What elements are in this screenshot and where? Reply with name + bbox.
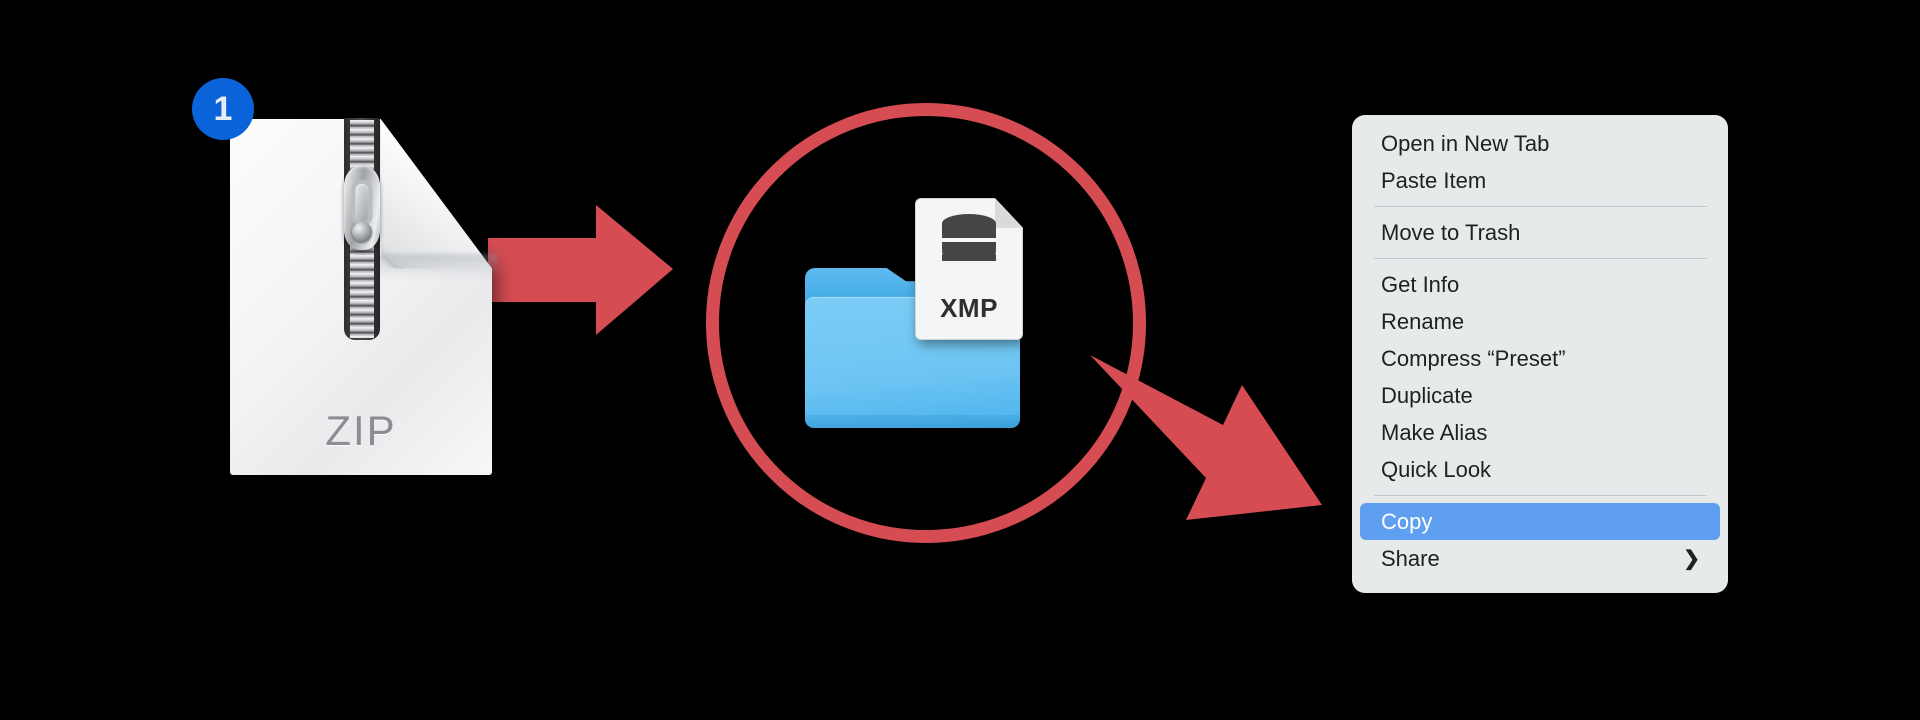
context-menu[interactable]: Open in New Tab Paste Item Move to Trash… xyxy=(1352,115,1728,593)
menu-item-label: Make Alias xyxy=(1381,419,1488,445)
database-bottom-disc xyxy=(942,242,996,261)
zipper-pull-tab xyxy=(351,180,373,226)
menu-item-label: Quick Look xyxy=(1381,456,1492,482)
menu-item-quick-look[interactable]: Quick Look xyxy=(1360,451,1720,488)
menu-item-move-to-trash[interactable]: Move to Trash xyxy=(1360,214,1720,251)
menu-item-make-alias[interactable]: Make Alias xyxy=(1360,414,1720,451)
menu-item-label: Compress “Preset” xyxy=(1381,345,1566,371)
screenshot-canvas: 1 ZIP XMP Open in New Tab Paste Item Mov… xyxy=(0,0,1920,720)
step-number-label: 1 xyxy=(213,90,233,128)
zipper-knob xyxy=(352,222,373,242)
zip-file-label: ZIP xyxy=(325,407,397,454)
zipper-slider xyxy=(344,166,381,250)
menu-separator xyxy=(1374,495,1707,496)
xmp-file-label: XMP xyxy=(940,293,998,323)
menu-item-get-info[interactable]: Get Info xyxy=(1360,266,1720,303)
menu-item-label: Get Info xyxy=(1381,271,1460,297)
database-icon xyxy=(942,214,996,270)
menu-item-duplicate[interactable]: Duplicate xyxy=(1360,377,1720,414)
menu-item-label: Paste Item xyxy=(1381,167,1487,193)
step-number-badge: 1 xyxy=(192,78,254,140)
menu-separator xyxy=(1374,206,1707,207)
zipper-icon xyxy=(338,118,386,340)
menu-separator xyxy=(1374,258,1707,259)
menu-item-share[interactable]: Share ❯ xyxy=(1360,540,1720,577)
chevron-right-icon: ❯ xyxy=(1683,547,1700,570)
arrow-zip-to-folder-icon xyxy=(488,205,673,335)
menu-item-paste-item[interactable]: Paste Item xyxy=(1360,162,1720,199)
menu-item-label: Move to Trash xyxy=(1381,219,1521,245)
menu-item-label: Copy xyxy=(1381,508,1433,534)
menu-item-label: Duplicate xyxy=(1381,382,1473,408)
zip-fold-shadow xyxy=(376,254,498,280)
menu-item-copy[interactable]: Copy xyxy=(1360,503,1720,540)
menu-item-rename[interactable]: Rename xyxy=(1360,303,1720,340)
menu-item-compress[interactable]: Compress “Preset” xyxy=(1360,340,1720,377)
menu-item-label: Rename xyxy=(1381,308,1465,334)
menu-item-label: Open in New Tab xyxy=(1381,130,1550,156)
database-top-disc xyxy=(942,214,996,233)
menu-item-label: Share xyxy=(1381,545,1440,571)
menu-item-open-in-new-tab[interactable]: Open in New Tab xyxy=(1360,125,1720,162)
zip-file-icon[interactable]: ZIP xyxy=(230,118,498,475)
xmp-file-icon[interactable]: XMP xyxy=(915,198,1023,340)
